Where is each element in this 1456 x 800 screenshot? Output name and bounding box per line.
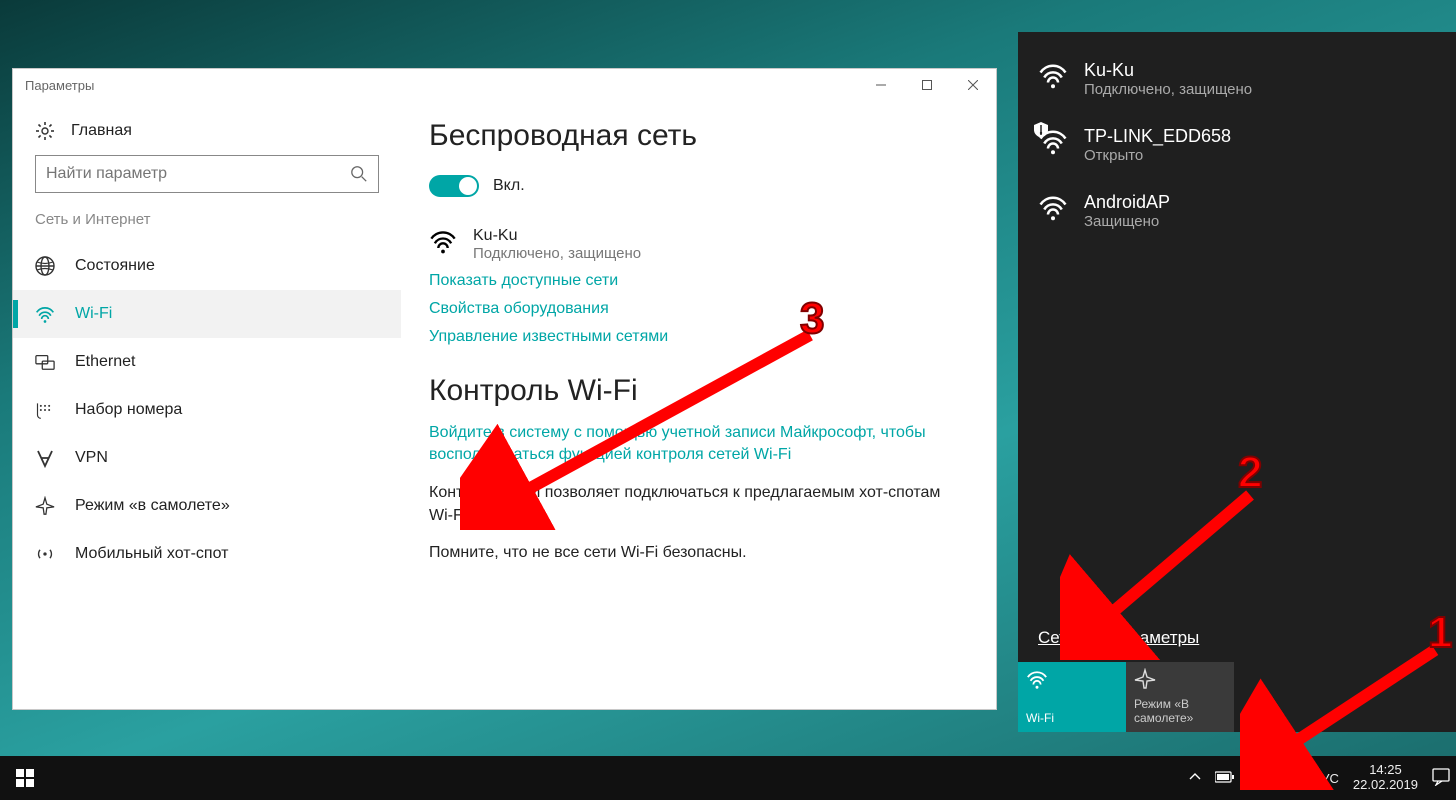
system-tray: РУС 14:25 22.02.2019: [1189, 756, 1450, 800]
network-name: Ku-Ku: [1084, 60, 1252, 81]
volume-icon[interactable]: [1281, 768, 1299, 789]
flyout-network-item[interactable]: TP-LINK_EDD658 Открыто: [1018, 112, 1456, 178]
ethernet-icon: [35, 352, 55, 372]
date: 22.02.2019: [1353, 778, 1418, 793]
wifi-toggle[interactable]: [429, 175, 479, 197]
clock[interactable]: 14:25 22.02.2019: [1353, 763, 1418, 793]
network-settings-link[interactable]: Сетевые параметры: [1018, 628, 1456, 662]
wifi-toggle-label: Вкл.: [493, 177, 525, 195]
time: 14:25: [1353, 763, 1418, 778]
flyout-network-item[interactable]: AndroidAP Защищено: [1018, 178, 1456, 244]
sidebar-item-vpn[interactable]: VPN: [13, 434, 401, 482]
network-status: Подключено, защищено: [1084, 81, 1252, 98]
language-indicator[interactable]: РУС: [1313, 771, 1339, 786]
home-label: Главная: [71, 122, 132, 140]
connected-network[interactable]: Ku-Ku Подключено, защищено: [429, 227, 968, 262]
network-status: Подключено, защищено: [473, 245, 641, 262]
network-name: TP-LINK_EDD658: [1084, 126, 1231, 147]
globe-icon: [35, 256, 55, 276]
titlebar: Параметры: [13, 69, 996, 101]
link-known-networks[interactable]: Управление известными сетями: [429, 328, 968, 346]
airplane-icon: [35, 496, 55, 516]
window-controls: [858, 69, 996, 101]
settings-window: Параметры Главная Сеть и Интернет Состоя…: [12, 68, 997, 710]
category-label: Сеть и Интернет: [13, 211, 401, 242]
windows-logo-icon: [16, 769, 34, 787]
page-heading: Беспроводная сеть: [429, 119, 968, 153]
battery-icon[interactable]: [1215, 771, 1235, 786]
taskbar: РУС 14:25 22.02.2019: [0, 756, 1456, 800]
sidebar-item-airplane[interactable]: Режим «в самолете»: [13, 482, 401, 530]
network-name: AndroidAP: [1084, 192, 1170, 213]
wifi-icon: [429, 227, 457, 260]
nav-label: VPN: [75, 449, 108, 467]
wifi-control-paragraph: Контроль Wi-Fi позволяет подключаться к …: [429, 481, 968, 527]
wifi-control-heading: Контроль Wi-Fi: [429, 374, 968, 408]
search-input[interactable]: [46, 165, 350, 183]
network-name: Ku-Ku: [473, 227, 641, 245]
dialup-icon: [35, 400, 55, 420]
sidebar-item-ethernet[interactable]: Ethernet: [13, 338, 401, 386]
nav-label: Режим «в самолете»: [75, 497, 230, 515]
network-tray-icon[interactable]: [1249, 768, 1267, 789]
tile-label: Wi-Fi: [1026, 712, 1118, 726]
sidebar-item-wifi[interactable]: Wi-Fi: [13, 290, 401, 338]
link-sign-in[interactable]: Войдите в систему с помощью учетной запи…: [429, 422, 968, 467]
wifi-icon: [35, 304, 55, 324]
nav-label: Набор номера: [75, 401, 182, 419]
search-box[interactable]: [35, 155, 379, 193]
tray-chevron-icon[interactable]: [1189, 771, 1201, 786]
link-show-available[interactable]: Показать доступные сети: [429, 272, 968, 290]
action-center-icon[interactable]: [1432, 768, 1450, 789]
network-status: Защищено: [1084, 213, 1170, 230]
airplane-icon: [1134, 668, 1156, 690]
hotspot-icon: [35, 544, 55, 564]
tile-wifi[interactable]: Wi-Fi: [1018, 662, 1126, 732]
nav-label: Ethernet: [75, 353, 135, 371]
tile-label: Режим «В самолете»: [1134, 698, 1226, 726]
annotation-number-3: 3: [800, 294, 824, 344]
wifi-safety-paragraph: Помните, что не все сети Wi-Fi безопасны…: [429, 541, 968, 564]
shield-warning-icon: [1034, 122, 1048, 136]
nav-label: Мобильный хот-спот: [75, 545, 228, 563]
sidebar-item-status[interactable]: Состояние: [13, 242, 401, 290]
flyout-network-item[interactable]: Ku-Ku Подключено, защищено: [1018, 46, 1456, 112]
wifi-icon: [1026, 668, 1048, 690]
network-flyout: Ku-Ku Подключено, защищено TP-LINK_EDD65…: [1018, 32, 1456, 732]
home-button[interactable]: Главная: [13, 113, 401, 155]
settings-content: Беспроводная сеть Вкл. Ku-Ku Подключено,…: [401, 101, 996, 709]
quick-tiles: Wi-Fi Режим «В самолете»: [1018, 662, 1456, 732]
wifi-icon: [1038, 192, 1068, 227]
search-icon: [350, 165, 368, 183]
minimize-button[interactable]: [858, 69, 904, 101]
start-button[interactable]: [0, 756, 50, 800]
sidebar-item-dialup[interactable]: Набор номера: [13, 386, 401, 434]
gear-icon: [35, 121, 55, 141]
nav-label: Состояние: [75, 257, 155, 275]
vpn-icon: [35, 448, 55, 468]
tile-airplane[interactable]: Режим «В самолете»: [1126, 662, 1234, 732]
settings-sidebar: Главная Сеть и Интернет Состояние Wi-Fi …: [13, 101, 401, 709]
network-status: Открыто: [1084, 147, 1231, 164]
search-wrap: [13, 155, 401, 211]
window-title: Параметры: [25, 78, 94, 93]
link-hardware-props[interactable]: Свойства оборудования: [429, 300, 968, 318]
annotation-number-1: 1: [1428, 608, 1452, 658]
wifi-open-icon: [1038, 126, 1068, 161]
annotation-number-2: 2: [1238, 448, 1262, 498]
maximize-button[interactable]: [904, 69, 950, 101]
close-button[interactable]: [950, 69, 996, 101]
wifi-icon: [1038, 60, 1068, 95]
sidebar-item-hotspot[interactable]: Мобильный хот-спот: [13, 530, 401, 578]
nav-label: Wi-Fi: [75, 305, 112, 323]
